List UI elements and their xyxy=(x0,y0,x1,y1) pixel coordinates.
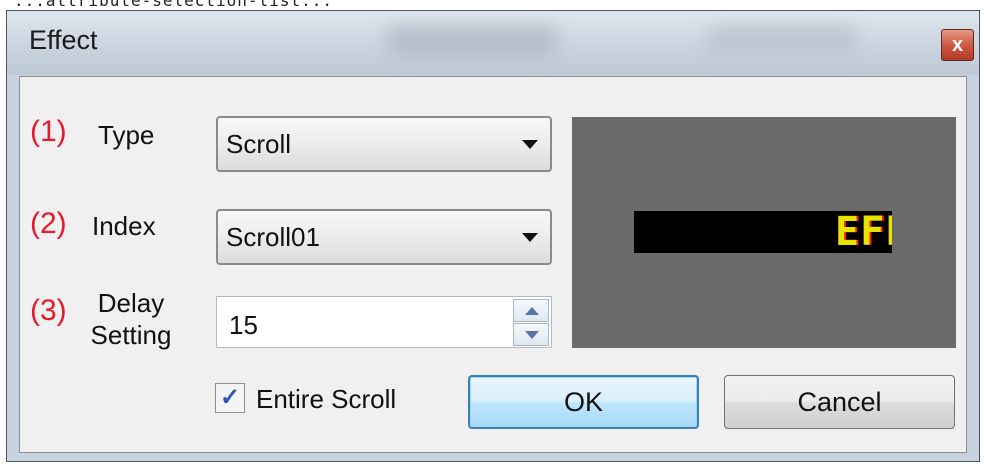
delay-label-line2: Setting xyxy=(90,320,172,350)
step-number-3: (3) xyxy=(30,294,67,327)
checkmark-icon: ✓ xyxy=(219,384,241,411)
effect-dialog: Effect x (1) Type Scroll (2) Index Scrol… xyxy=(6,10,980,462)
delay-label-line1: Delay xyxy=(97,288,165,318)
arrow-up-icon xyxy=(525,307,539,315)
close-button[interactable]: x xyxy=(941,29,974,61)
dialog-client-area: (1) Type Scroll (2) Index Scroll01 (3) D… xyxy=(19,76,967,453)
delay-setting-spinner[interactable]: 15 xyxy=(216,296,552,348)
title-bar[interactable]: Effect x xyxy=(7,11,979,75)
type-dropdown[interactable]: Scroll xyxy=(216,116,552,172)
effect-preview-panel: EFF xyxy=(572,117,956,348)
type-label: Type xyxy=(98,120,155,150)
arrow-down-icon xyxy=(525,331,539,339)
ok-button[interactable]: OK xyxy=(468,375,699,429)
close-icon: x xyxy=(951,34,964,56)
led-preview-strip: EFF xyxy=(634,211,892,253)
entire-scroll-label[interactable]: Entire Scroll xyxy=(256,384,396,415)
spin-up-button[interactable] xyxy=(513,299,549,322)
chevron-down-icon xyxy=(522,140,538,149)
step-number-2: (2) xyxy=(30,207,67,240)
cancel-button[interactable]: Cancel xyxy=(724,375,955,429)
blurred-background-area xyxy=(387,27,557,57)
index-label: Index xyxy=(92,211,156,241)
index-dropdown[interactable]: Scroll01 xyxy=(216,209,552,265)
background-window-text: ...attribute-selection-list... xyxy=(14,0,333,10)
chevron-down-icon xyxy=(522,233,538,242)
delay-setting-label: Delay Setting xyxy=(82,287,180,351)
blurred-background-area xyxy=(707,27,857,57)
background-window-strip: ...attribute-selection-list... xyxy=(0,0,984,10)
dialog-title: Effect xyxy=(29,25,98,55)
delay-setting-value[interactable]: 15 xyxy=(229,310,258,341)
led-preview-text: EFF xyxy=(835,211,892,253)
type-dropdown-value: Scroll xyxy=(226,129,292,159)
spin-down-button[interactable] xyxy=(513,323,549,346)
step-number-1: (1) xyxy=(30,115,67,148)
index-dropdown-value: Scroll01 xyxy=(226,222,320,252)
entire-scroll-checkbox[interactable]: ✓ xyxy=(215,383,245,413)
